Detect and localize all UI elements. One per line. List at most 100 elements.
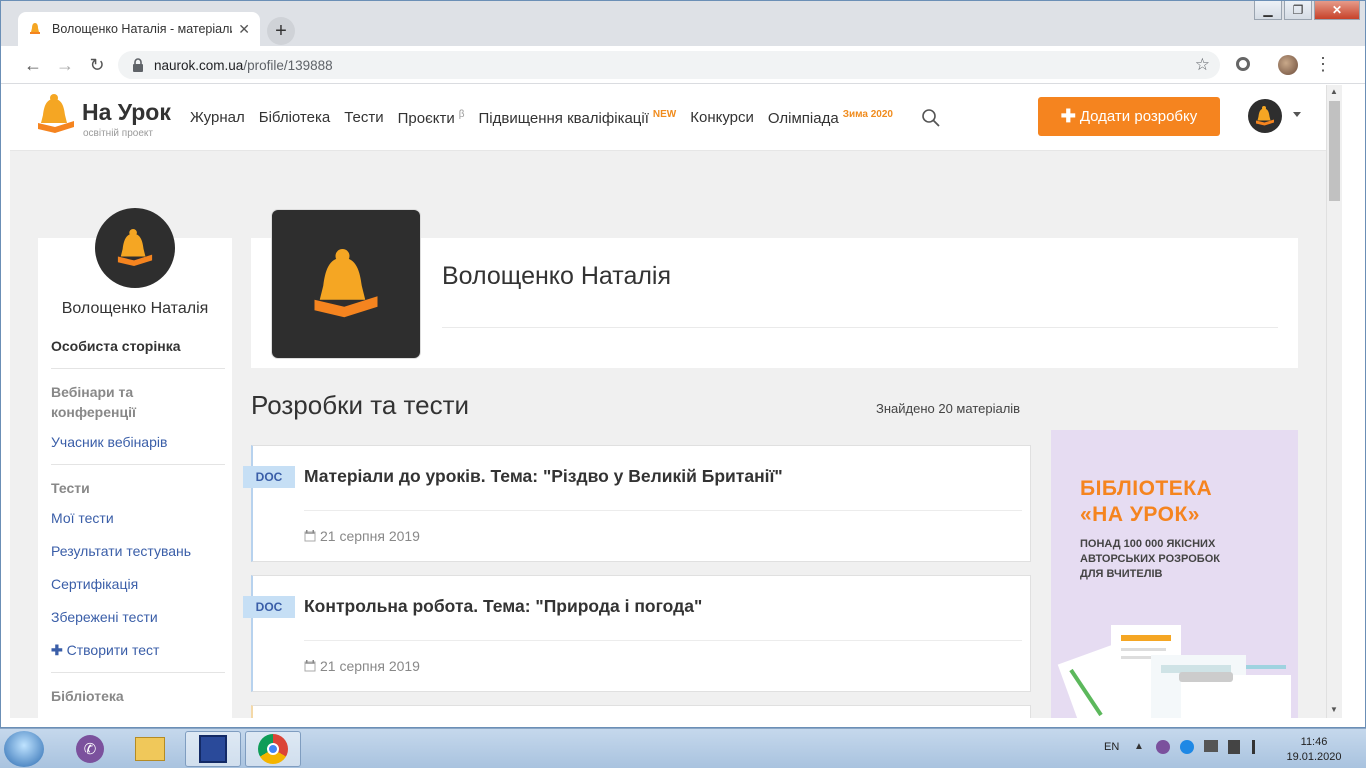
system-clock[interactable]: 11:46 19.01.2020 <box>1284 735 1344 765</box>
plus-icon: ✚ <box>1060 106 1076 126</box>
viber-taskbar-icon[interactable]: ✆ <box>62 731 118 767</box>
nav-projects[interactable]: Проєкти β <box>398 109 465 127</box>
divider <box>304 640 1022 641</box>
divider <box>51 464 225 465</box>
windows-taskbar: ✆ EN ▲ 11:46 19.01.2020 <box>0 728 1366 768</box>
start-button[interactable] <box>4 731 44 767</box>
sidebar-section-tests: Тести <box>51 480 90 496</box>
page-content: На Урок освітній проект Журнал Бібліотек… <box>10 85 1326 718</box>
ad-sub-line: АВТОРСЬКИХ РОЗРОБОК <box>1080 553 1220 565</box>
save-app-taskbar-icon[interactable] <box>185 731 241 767</box>
url-text: naurok.com.ua/profile/139888 <box>154 58 333 73</box>
calendar-icon <box>304 530 316 542</box>
material-date: 21 серпня 2019 <box>304 528 420 544</box>
calendar-icon <box>304 660 316 672</box>
nav-journal[interactable]: Журнал <box>190 109 245 127</box>
chevron-down-icon[interactable] <box>1293 112 1301 117</box>
nav-label: Конкурси <box>690 109 754 126</box>
add-material-button[interactable]: ✚ Додати розробку <box>1038 97 1220 136</box>
sidebar-saved-tests[interactable]: Збережені тести <box>51 609 158 625</box>
ad-title-line: «НА УРОК» <box>1080 503 1200 526</box>
material-card[interactable]: DOC Контрольна робота. Тема: "Природа і … <box>243 575 1031 692</box>
naurok-bell-icon <box>30 23 40 34</box>
browser-tab[interactable]: Волощенко Наталія - матеріали ✕ <box>18 12 260 46</box>
page-scrollbar[interactable]: ▲ ▼ <box>1326 85 1342 718</box>
sidebar-certification[interactable]: Сертифікація <box>51 576 138 592</box>
sidebar-user-name: Волощенко Наталія <box>61 300 209 317</box>
nav-label: Підвищення кваліфікації <box>478 110 649 127</box>
material-date-text: 21 серпня 2019 <box>320 528 420 544</box>
browser-tabbar: Волощенко Наталія - матеріали ✕ + ▁ ❐ ✕ <box>0 0 1366 46</box>
naurok-logo-icon[interactable] <box>36 93 76 135</box>
nav-olympiad[interactable]: Олімпіада Зима 2020 <box>768 109 893 127</box>
sidebar-test-results[interactable]: Результати тестувань <box>51 543 191 559</box>
tray-expand-icon[interactable]: ▲ <box>1134 741 1144 752</box>
back-icon[interactable]: ← <box>22 54 44 76</box>
phone-icon: ✆ <box>76 735 104 763</box>
sidebar-section-webinars: Вебінари та конференції <box>51 384 136 420</box>
url-input[interactable]: naurok.com.ua/profile/139888 ☆ <box>118 51 1220 79</box>
doc-badge: DOC <box>243 596 295 618</box>
brand-name[interactable]: На Урок <box>82 99 171 126</box>
nav-badge: NEW <box>652 109 677 120</box>
lock-icon <box>133 58 143 72</box>
teamviewer-tray-icon[interactable] <box>1180 740 1194 754</box>
close-window-button[interactable]: ✕ <box>1314 0 1360 20</box>
background-window-edge <box>1342 85 1366 718</box>
network-tray-icon[interactable] <box>1204 740 1218 752</box>
browser-profile-avatar[interactable] <box>1278 55 1298 75</box>
nav-contests[interactable]: Конкурси <box>690 109 754 127</box>
nav-label: Олімпіада <box>767 110 839 127</box>
material-card[interactable]: DOC Матеріали до уроків. Тема: "Різдво у… <box>243 445 1031 562</box>
library-ad-banner[interactable]: БІБЛІОТЕКА «НА УРОК» ПОНАД 100 000 ЯКІСНИ… <box>1051 430 1298 718</box>
sidebar-personal-page[interactable]: Особиста сторінка <box>51 338 181 354</box>
browser-menu-icon[interactable]: ⋮ <box>1314 54 1332 75</box>
nav-library[interactable]: Бібліотека <box>259 109 330 127</box>
search-icon[interactable] <box>922 109 940 127</box>
clock-date: 19.01.2020 <box>1286 751 1342 763</box>
sidebar-webinar-participant[interactable]: Учасник вебінарів <box>51 434 167 450</box>
tab-close-icon[interactable]: ✕ <box>238 21 250 38</box>
scrollbar-thumb[interactable] <box>1329 101 1340 201</box>
nav-qualification[interactable]: Підвищення кваліфікації NEW <box>479 109 677 127</box>
ad-title-line: БІБЛІОТЕКА <box>1080 477 1213 500</box>
extension-icon[interactable] <box>1236 57 1250 71</box>
ad-subtitle: ПОНАД 100 000 ЯКІСНИХ АВТОРСЬКИХ РОЗРОБОК… <box>1080 537 1220 582</box>
documents-illustration <box>1057 625 1291 718</box>
chrome-icon <box>258 734 288 764</box>
create-test-label: Створити тест <box>66 642 160 658</box>
plus-icon: ✚ <box>51 642 63 658</box>
divider <box>442 327 1278 328</box>
restore-button[interactable]: ❐ <box>1284 0 1312 20</box>
usb-tray-icon[interactable] <box>1228 740 1240 754</box>
chrome-taskbar-icon[interactable] <box>245 731 301 767</box>
explorer-taskbar-icon[interactable] <box>122 731 178 767</box>
sidebar-avatar <box>95 208 175 288</box>
material-card[interactable] <box>251 705 1031 718</box>
scroll-up-icon[interactable]: ▲ <box>1330 87 1338 96</box>
material-title[interactable]: Контрольна робота. Тема: "Природа і пого… <box>304 596 702 617</box>
url-path: /profile/139888 <box>243 57 333 73</box>
bell-icon <box>1256 106 1274 126</box>
profile-avatar <box>272 210 420 358</box>
minimize-button[interactable]: ▁ <box>1254 0 1282 20</box>
forward-icon[interactable]: → <box>54 54 76 76</box>
brand-subtitle: освітній проект <box>83 128 153 139</box>
material-date-text: 21 серпня 2019 <box>320 658 420 674</box>
sidebar-my-tests[interactable]: Мої тести <box>51 510 114 526</box>
reload-icon[interactable]: ↻ <box>86 54 108 76</box>
scroll-down-icon[interactable]: ▼ <box>1330 705 1338 714</box>
viber-tray-icon[interactable] <box>1156 740 1170 754</box>
volume-tray-icon[interactable] <box>1252 740 1268 754</box>
user-avatar[interactable] <box>1248 99 1282 133</box>
new-tab-button[interactable]: + <box>267 17 295 45</box>
materials-title: Розробки та тести <box>251 390 470 420</box>
ad-title: БІБЛІОТЕКА «НА УРОК» <box>1080 476 1212 528</box>
clock-time: 11:46 <box>1300 736 1328 748</box>
material-title[interactable]: Матеріали до уроків. Тема: "Різдво у Вел… <box>304 466 783 487</box>
bookmark-star-icon[interactable]: ☆ <box>1195 55 1210 75</box>
nav-tests[interactable]: Тести <box>344 109 383 127</box>
floppy-disk-icon <box>199 735 227 763</box>
sidebar-create-test[interactable]: ✚ Створити тест <box>51 642 159 659</box>
language-indicator[interactable]: EN <box>1104 741 1119 753</box>
